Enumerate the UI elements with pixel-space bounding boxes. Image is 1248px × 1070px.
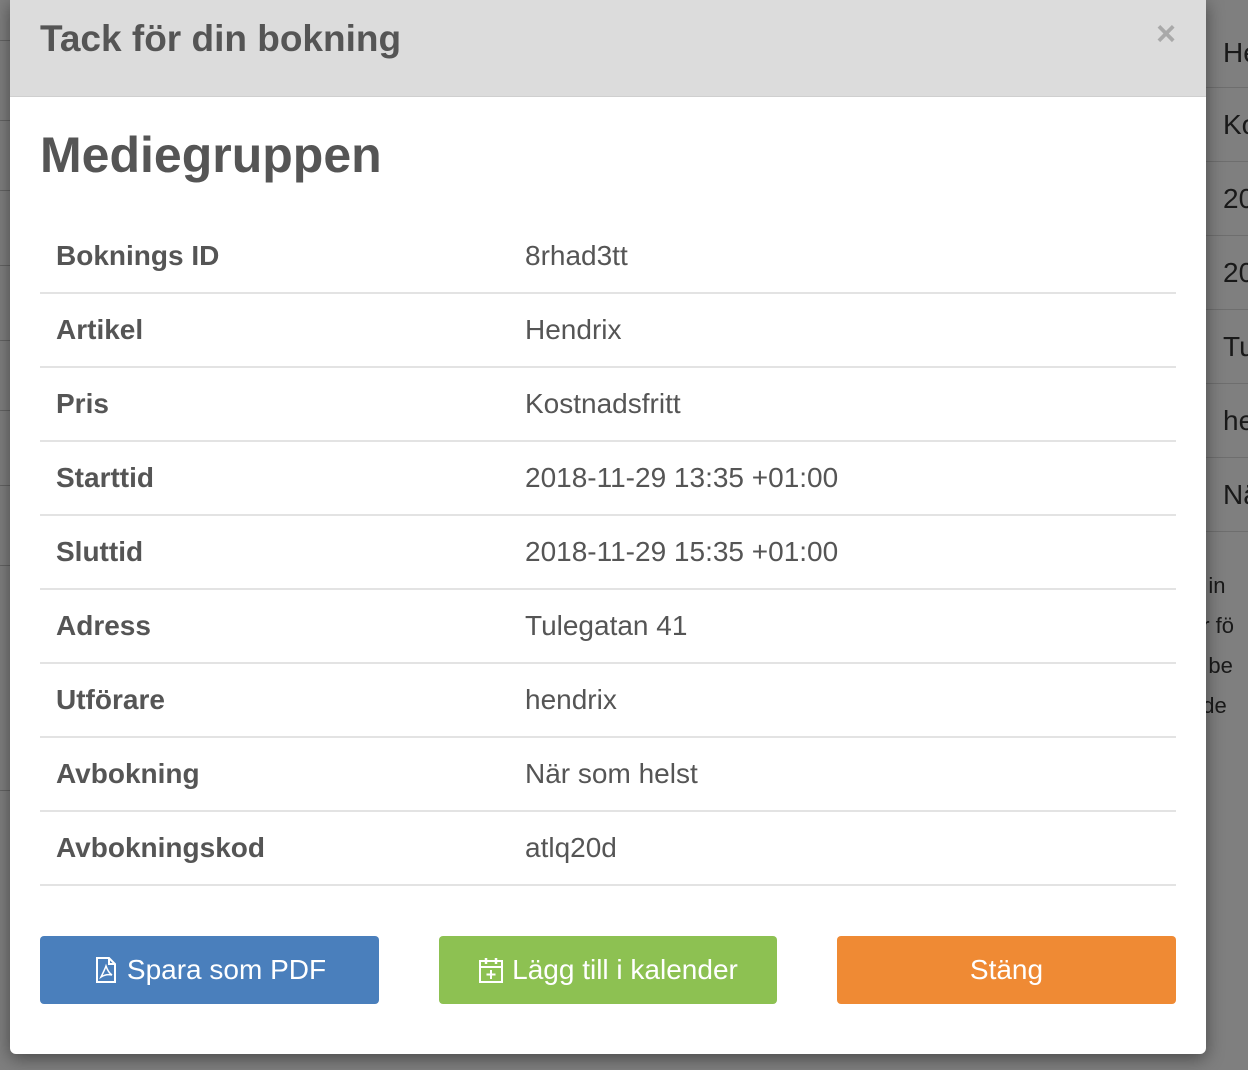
detail-label: Avbokning	[56, 758, 200, 789]
save-as-pdf-label: Spara som PDF	[126, 954, 327, 985]
detail-value: atlq20d	[525, 832, 617, 863]
booking-confirmation-modal: Tack för din bokning × Mediegruppen Bokn…	[10, 0, 1206, 1054]
modal-title: Tack för din bokning	[40, 18, 402, 59]
add-to-calendar-label: Lägg till i kalender	[512, 954, 738, 985]
calendar-plus-icon	[478, 956, 504, 984]
detail-label: Starttid	[56, 462, 154, 493]
organization-name: Mediegruppen	[40, 127, 382, 183]
close-icon[interactable]: ×	[1156, 14, 1176, 54]
detail-value: Tulegatan 41	[525, 610, 688, 641]
detail-label: Boknings ID	[56, 240, 220, 271]
detail-row-cancellation: Avbokning När som helst	[40, 738, 1176, 812]
modal-header: Tack för din bokning ×	[10, 0, 1206, 97]
detail-value: 8rhad3tt	[525, 240, 628, 271]
detail-value: 2018-11-29 15:35 +01:00	[525, 536, 839, 567]
detail-value: När som helst	[525, 758, 698, 789]
detail-value: 2018-11-29 13:35 +01:00	[525, 462, 839, 493]
detail-label: Utförare	[56, 684, 165, 715]
detail-row-cancellation-code: Avbokningskod atlq20d	[40, 812, 1176, 886]
detail-row-performer: Utförare hendrix	[40, 664, 1176, 738]
detail-row-article: Artikel Hendrix	[40, 294, 1176, 368]
detail-label: Adress	[56, 610, 151, 641]
detail-label: Avbokningskod	[56, 832, 265, 863]
detail-label: Artikel	[56, 314, 144, 345]
detail-value: Hendrix	[525, 314, 622, 345]
detail-row-address: Adress Tulegatan 41	[40, 590, 1176, 664]
booking-details-table: Boknings ID 8rhad3tt Artikel Hendrix Pri…	[40, 220, 1176, 886]
detail-label: Pris	[56, 388, 109, 419]
file-pdf-icon	[93, 956, 119, 984]
detail-label: Sluttid	[56, 536, 144, 567]
save-as-pdf-button[interactable]: Spara som PDF	[40, 936, 379, 1004]
add-to-calendar-button[interactable]: Lägg till i kalender	[439, 936, 777, 1004]
detail-row-price: Pris Kostnadsfritt	[40, 368, 1176, 442]
detail-value: hendrix	[525, 684, 617, 715]
detail-row-booking-id: Boknings ID 8rhad3tt	[40, 220, 1176, 294]
close-button-label: Stäng	[969, 954, 1044, 985]
detail-row-start-time: Starttid 2018-11-29 13:35 +01:00	[40, 442, 1176, 516]
detail-value: Kostnadsfritt	[525, 388, 681, 419]
detail-row-end-time: Sluttid 2018-11-29 15:35 +01:00	[40, 516, 1176, 590]
close-button[interactable]: Stäng	[837, 936, 1176, 1004]
modal-actions: Spara som PDF Lägg till i kalender Stäng	[40, 936, 1176, 1004]
